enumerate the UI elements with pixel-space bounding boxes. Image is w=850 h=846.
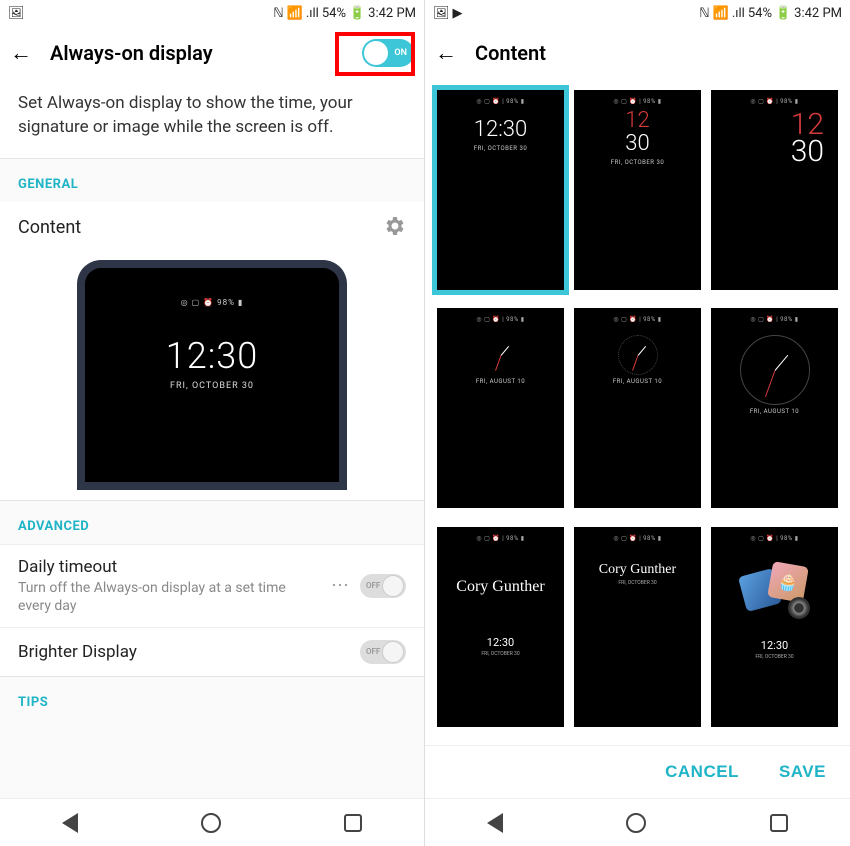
status-time: 3:42 PM bbox=[368, 6, 416, 21]
content-row[interactable]: Content bbox=[0, 202, 424, 254]
thumb-icons: ◎ ▢ ⏰ | 98% ▮ bbox=[715, 316, 834, 323]
analog-clock-icon bbox=[618, 335, 658, 375]
thumb-time: 1230 bbox=[744, 111, 824, 165]
play-icon: ▶ bbox=[453, 6, 463, 21]
style-analog-3[interactable]: ◎ ▢ ⏰ | 98% ▮ FRI, AUGUST 10 bbox=[711, 308, 838, 508]
thumb-time: 1230 bbox=[625, 111, 649, 156]
toggle-off-label: OFF bbox=[366, 647, 380, 656]
action-bar: CANCEL SAVE bbox=[425, 745, 850, 798]
thumb-date: FRI, OCTOBER 30 bbox=[618, 580, 656, 586]
brighter-title: Brighter Display bbox=[18, 642, 350, 662]
battery-icon: 🔋 bbox=[775, 6, 791, 21]
thumb-icons: ◎ ▢ ⏰ | 98% ▮ bbox=[578, 316, 697, 323]
settings-panel: 🖼 ℕ 📶 .ıll 54% 🔋 3:42 PM ← Always-on dis… bbox=[0, 0, 425, 846]
nav-bar bbox=[0, 798, 424, 846]
section-general: GENERAL bbox=[0, 159, 424, 202]
thumb-time: 12:30 bbox=[761, 639, 788, 652]
thumb-icons: ◎ ▢ ⏰ | 98% ▮ bbox=[715, 535, 834, 542]
wifi-icon: 📶 bbox=[287, 6, 303, 21]
cancel-button[interactable]: CANCEL bbox=[665, 762, 739, 782]
style-analog-1[interactable]: ◎ ▢ ⏰ | 98% ▮ FRI, AUGUST 10 bbox=[437, 308, 564, 508]
content-label: Content bbox=[18, 217, 372, 238]
style-digital-2[interactable]: ◎ ▢ ⏰ | 98% ▮ 1230 FRI, OCTOBER 30 bbox=[574, 90, 701, 290]
daily-timeout-title: Daily timeout bbox=[18, 557, 321, 577]
nav-recent-icon[interactable] bbox=[770, 814, 788, 832]
battery-icon: 🔋 bbox=[349, 6, 365, 21]
thumb-time: 12:30 bbox=[474, 117, 527, 142]
thumb-icons: ◎ ▢ ⏰ | 98% ▮ bbox=[578, 535, 697, 542]
gear-icon[interactable] bbox=[382, 214, 406, 242]
nfc-icon: ℕ bbox=[273, 6, 283, 21]
nav-home-icon[interactable] bbox=[201, 813, 221, 833]
more-icon[interactable]: ⋯ bbox=[331, 575, 350, 596]
thumb-icons: ◎ ▢ ⏰ | 98% ▮ bbox=[715, 98, 834, 105]
thumb-icons: ◎ ▢ ⏰ | 98% ▮ bbox=[441, 316, 560, 323]
preview-time: 12:30 bbox=[85, 335, 339, 377]
style-digital-3[interactable]: ◎ ▢ ⏰ | 98% ▮ 1230 bbox=[711, 90, 838, 290]
thumb-icons: ◎ ▢ ⏰ | 98% ▮ bbox=[441, 98, 560, 105]
image-icon: 🖼 bbox=[8, 6, 25, 21]
page-title: Always-on display bbox=[50, 41, 344, 65]
back-icon[interactable]: ← bbox=[435, 40, 457, 66]
thumb-date: FRI, OCTOBER 30 bbox=[755, 654, 793, 660]
preview-date: FRI, OCTOBER 30 bbox=[85, 381, 339, 391]
nav-bar bbox=[425, 798, 850, 846]
thumb-date: FRI, OCTOBER 30 bbox=[481, 651, 519, 657]
analog-clock-icon bbox=[740, 335, 810, 405]
style-grid: ◎ ▢ ⏰ | 98% ▮ 12:30 FRI, OCTOBER 30 ◎ ▢ … bbox=[425, 80, 850, 745]
analog-clock-icon bbox=[481, 335, 521, 375]
brighter-display-row[interactable]: Brighter Display OFF bbox=[0, 627, 424, 676]
style-digital-1[interactable]: ◎ ▢ ⏰ | 98% ▮ 12:30 FRI, OCTOBER 30 bbox=[437, 90, 564, 290]
daily-timeout-toggle[interactable]: OFF bbox=[360, 574, 406, 598]
image-collage-icon bbox=[740, 564, 810, 619]
signal-icon: .ıll bbox=[306, 6, 319, 21]
content-preview: ◎ ▢ ⏰ 98% ▮ 12:30 FRI, OCTOBER 30 bbox=[0, 254, 424, 500]
thumb-icons: ◎ ▢ ⏰ | 98% ▮ bbox=[578, 98, 697, 105]
status-time: 3:42 PM bbox=[794, 6, 842, 21]
thumb-date: FRI, OCTOBER 30 bbox=[611, 159, 664, 166]
annotation-highlight bbox=[335, 32, 415, 76]
preview-status-icons: ◎ ▢ ⏰ 98% ▮ bbox=[85, 298, 339, 307]
battery-percent: 54% bbox=[748, 6, 772, 21]
header: ← Content bbox=[425, 26, 850, 80]
style-signature-1[interactable]: ◎ ▢ ⏰ | 98% ▮ Cory Gunther 12:30 FRI, OC… bbox=[437, 527, 564, 727]
signature-text: Cory Gunther bbox=[456, 578, 544, 596]
image-icon: 🖼 bbox=[433, 6, 450, 21]
signature-text: Cory Gunther bbox=[599, 562, 676, 578]
nav-home-icon[interactable] bbox=[626, 813, 646, 833]
thumb-time: 12:30 bbox=[487, 636, 514, 649]
thumb-icons: ◎ ▢ ⏰ | 98% ▮ bbox=[441, 535, 560, 542]
nfc-icon: ℕ bbox=[699, 6, 709, 21]
thumb-date: FRI, AUGUST 10 bbox=[750, 408, 799, 415]
wifi-icon: 📶 bbox=[713, 6, 729, 21]
daily-timeout-sub: Turn off the Always-on display at a set … bbox=[18, 579, 321, 615]
toggle-off-label: OFF bbox=[366, 581, 380, 590]
signal-icon: .ıll bbox=[732, 6, 745, 21]
nav-back-icon[interactable] bbox=[487, 813, 503, 833]
page-title: Content bbox=[475, 41, 840, 65]
daily-timeout-row[interactable]: Daily timeout Turn off the Always-on dis… bbox=[0, 544, 424, 627]
thumb-date: FRI, AUGUST 10 bbox=[476, 378, 525, 385]
brighter-toggle[interactable]: OFF bbox=[360, 640, 406, 664]
style-analog-2[interactable]: ◎ ▢ ⏰ | 98% ▮ FRI, AUGUST 10 bbox=[574, 308, 701, 508]
nav-back-icon[interactable] bbox=[62, 813, 78, 833]
description-text: Set Always-on display to show the time, … bbox=[0, 80, 424, 159]
thumb-date: FRI, OCTOBER 30 bbox=[474, 145, 527, 152]
nav-recent-icon[interactable] bbox=[344, 814, 362, 832]
thumb-date: FRI, AUGUST 10 bbox=[613, 378, 662, 385]
style-signature-2[interactable]: ◎ ▢ ⏰ | 98% ▮ Cory Gunther FRI, OCTOBER … bbox=[574, 527, 701, 727]
battery-percent: 54% bbox=[322, 6, 346, 21]
section-advanced: ADVANCED bbox=[0, 500, 424, 544]
save-button[interactable]: SAVE bbox=[779, 762, 826, 782]
section-tips: TIPS bbox=[0, 676, 424, 798]
style-image[interactable]: ◎ ▢ ⏰ | 98% ▮ 12:30 FRI, OCTOBER 30 bbox=[711, 527, 838, 727]
back-icon[interactable]: ← bbox=[10, 40, 32, 66]
status-bar: 🖼 ▶ ℕ 📶 .ıll 54% 🔋 3:42 PM bbox=[425, 0, 850, 26]
content-picker-panel: 🖼 ▶ ℕ 📶 .ıll 54% 🔋 3:42 PM ← Content ◎ ▢… bbox=[425, 0, 850, 846]
status-bar: 🖼 ℕ 📶 .ıll 54% 🔋 3:42 PM bbox=[0, 0, 424, 26]
